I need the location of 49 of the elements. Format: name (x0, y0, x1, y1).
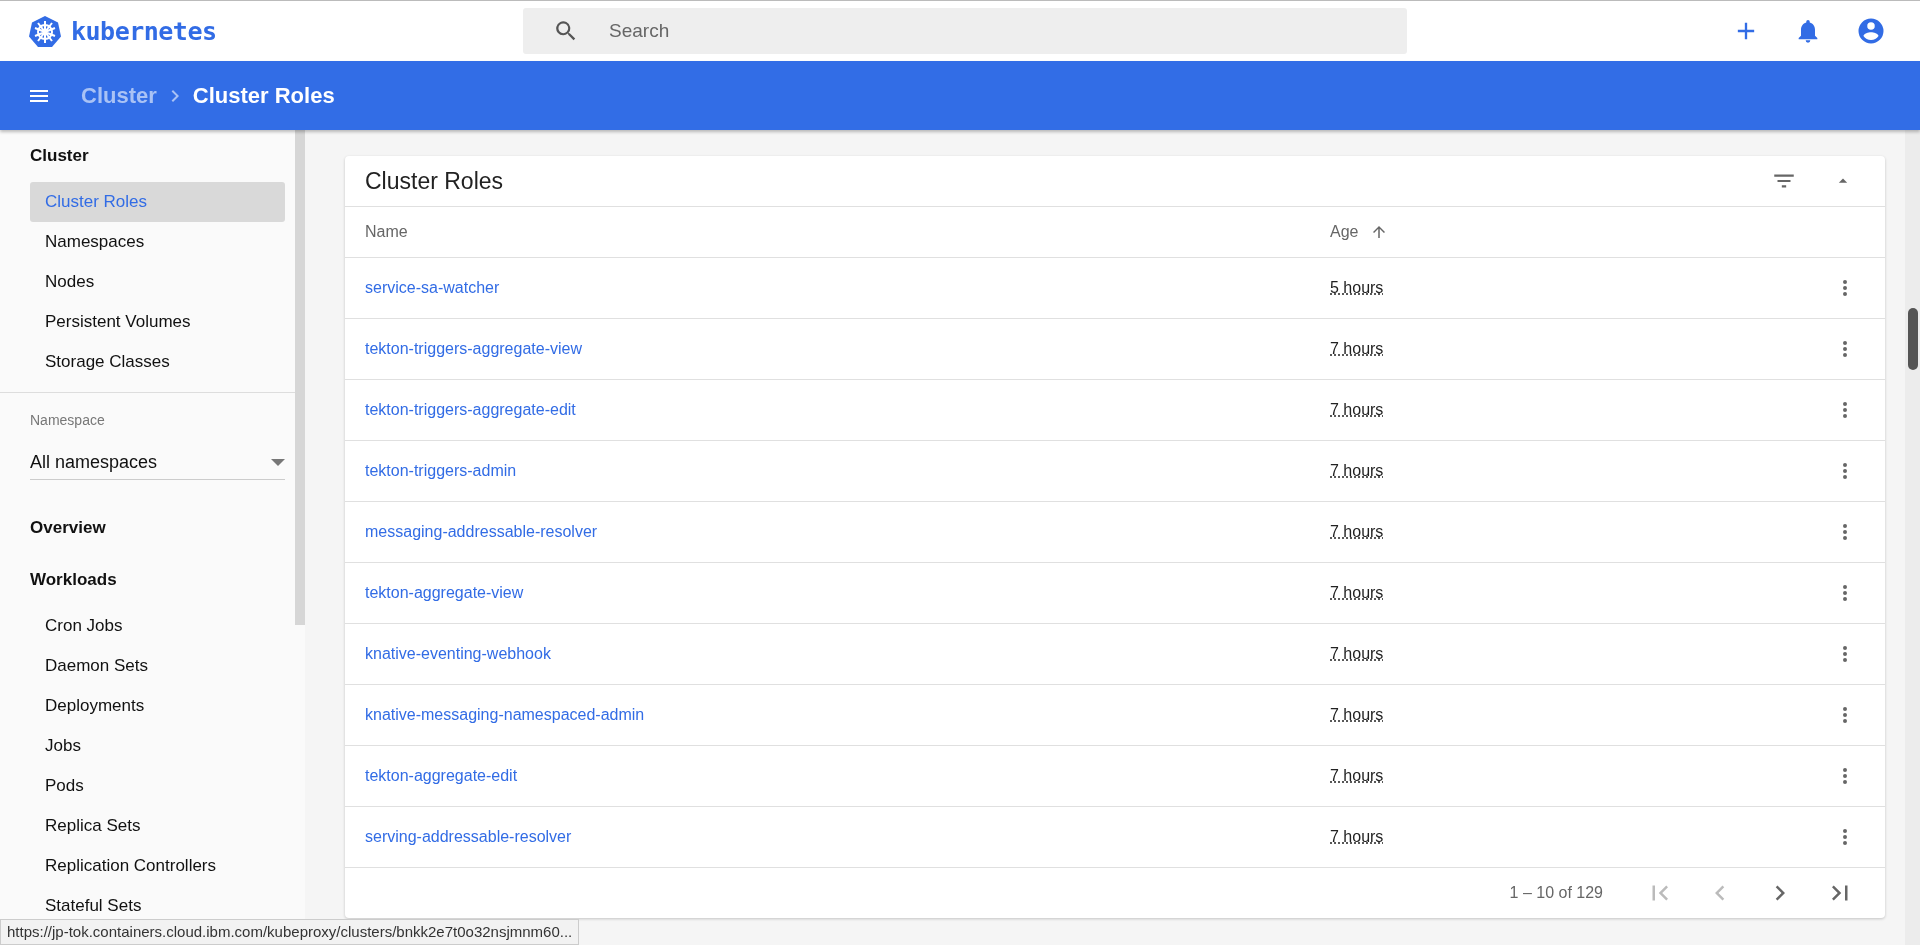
role-link[interactable]: messaging-addressable-resolver (365, 523, 598, 540)
sidebar-item[interactable]: Persistent Volumes (30, 302, 285, 342)
role-link[interactable]: tekton-aggregate-edit (365, 767, 518, 784)
kubernetes-logo-icon (29, 15, 61, 47)
sidebar-item[interactable]: Replica Sets (30, 806, 285, 846)
table-cell: 7 hours (1330, 706, 1384, 724)
role-link[interactable]: tekton-triggers-admin (365, 462, 517, 479)
sidebar-item[interactable]: Daemon Sets (30, 646, 285, 686)
role-link[interactable]: tekton-triggers-aggregate-edit (365, 401, 576, 418)
sidebar-item[interactable]: Cron Jobs (30, 606, 285, 646)
table-cell: 5 hours (1330, 279, 1384, 297)
table-cell: 7 hours (1330, 828, 1384, 846)
table-cell: 7 hours (1330, 645, 1384, 663)
table-cell: 7 hours (1330, 401, 1384, 419)
sidebar-item[interactable]: Replication Controllers (30, 846, 285, 886)
page-title: Cluster Roles (192, 82, 335, 109)
role-link[interactable]: service-sa-watcher (365, 279, 500, 296)
dropdown-caret-icon[interactable] (271, 458, 285, 467)
sidebar-item[interactable]: Jobs (30, 726, 285, 766)
table-cell: 7 hours (1330, 523, 1384, 541)
column-header[interactable]: Age (1330, 223, 1359, 241)
namespace-select[interactable]: All namespaces (30, 452, 285, 480)
table-cell: 7 hours (1330, 767, 1384, 785)
brand-name: kubernetes (71, 16, 217, 46)
page-range: 1 – 10 of 129 (1509, 884, 1603, 902)
account-button[interactable] (1856, 16, 1886, 46)
role-link[interactable]: tekton-triggers-aggregate-view (365, 340, 582, 357)
sidebar-item[interactable]: Storage Classes (30, 342, 285, 382)
sidebar-section-title[interactable]: Overview (30, 502, 295, 554)
role-link[interactable]: knative-messaging-namespaced-admin (365, 706, 645, 723)
column-header[interactable]: Name (365, 223, 408, 240)
url-tooltip: https://jp-tok.containers.cloud.ibm.com/kubeproxy/clusters/bnkk2e7t0o32nsjmnm60... (0, 919, 580, 945)
sidebar-section-title[interactable]: Cluster (30, 130, 295, 182)
role-link[interactable]: serving-addressable-resolver (365, 828, 572, 845)
search-field[interactable]: Search (523, 8, 1407, 54)
role-link[interactable]: tekton-aggregate-view (365, 584, 524, 601)
sidebar-item[interactable]: Nodes (30, 262, 285, 302)
sidebar-item[interactable]: Deployments (30, 686, 285, 726)
namespace-label: Namespace (30, 412, 106, 428)
scrollbar-thumb[interactable] (295, 130, 305, 625)
role-link[interactable]: knative-eventing-webhook (365, 645, 551, 662)
sidebar-section-title[interactable]: Workloads (30, 554, 295, 606)
card-title: Cluster Roles (365, 167, 504, 195)
table-cell: 7 hours (1330, 340, 1384, 358)
sidebar-item[interactable]: Namespaces (30, 222, 285, 262)
sidebar-item[interactable]: Pods (30, 766, 285, 806)
table-cell: 7 hours (1330, 584, 1384, 602)
scrollbar-thumb[interactable] (1908, 308, 1918, 370)
table-cell: 7 hours (1330, 462, 1384, 480)
